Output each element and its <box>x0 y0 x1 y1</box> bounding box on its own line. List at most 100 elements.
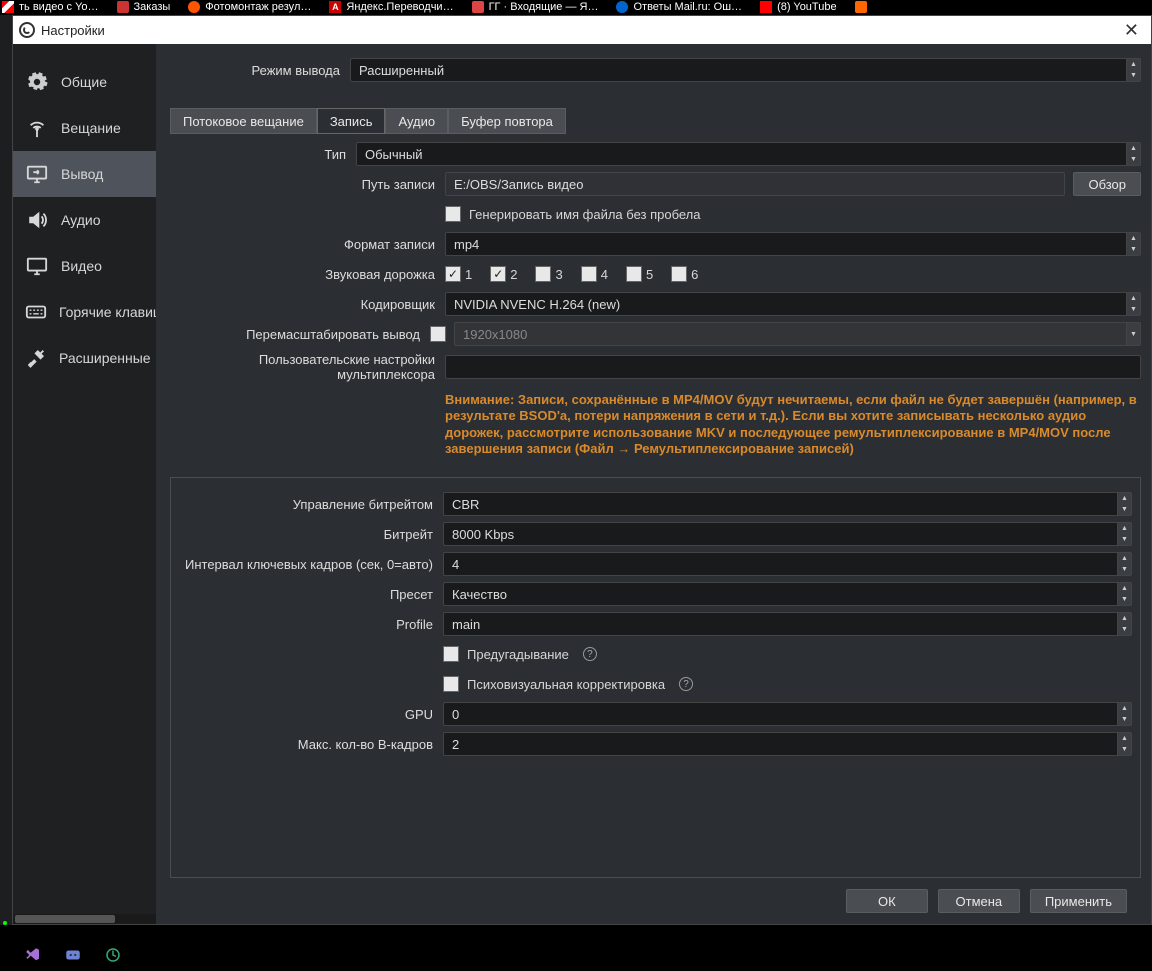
chevron-updown-icon: ▲▼ <box>1126 233 1140 255</box>
monitor-arrow-icon <box>23 162 51 186</box>
bframes-label: Макс. кол-во B-кадров <box>179 737 443 752</box>
browse-button[interactable]: Обзор <box>1073 172 1141 196</box>
output-mode-select[interactable]: Расширенный ▲▼ <box>350 58 1141 82</box>
cancel-button[interactable]: Отмена <box>938 889 1020 913</box>
sidebar-item-label: Видео <box>61 258 102 274</box>
spin-arrows-icon[interactable]: ▲▼ <box>1117 553 1131 575</box>
monitor-icon <box>23 254 51 278</box>
sidebar-item-label: Аудио <box>61 212 101 228</box>
tools-icon <box>23 346 49 370</box>
chevron-updown-icon: ▲▼ <box>1126 59 1140 81</box>
tab-streaming[interactable]: Потоковое вещание <box>170 108 317 134</box>
obs-logo-icon <box>19 22 35 38</box>
sidebar-item-audio[interactable]: Аудио <box>13 197 156 243</box>
spin-arrows-icon[interactable]: ▲▼ <box>1117 733 1131 755</box>
tab-recording[interactable]: Запись <box>317 108 386 134</box>
psycho-visual-checkbox[interactable] <box>443 676 459 692</box>
discord-icon[interactable] <box>64 946 82 964</box>
browser-tab[interactable]: ГГ · Входящие — Я… <box>472 0 599 14</box>
encoder-select[interactable]: NVIDIA NVENC H.264 (new) ▲▼ <box>445 292 1141 316</box>
chevron-updown-icon: ▲▼ <box>1117 583 1131 605</box>
sidebar-item-label: Вещание <box>61 120 121 136</box>
background-sliver <box>0 15 12 925</box>
track-4-checkbox[interactable] <box>581 266 597 282</box>
visual-studio-icon[interactable] <box>24 946 42 964</box>
browser-tab[interactable]: (8) YouTube <box>760 0 837 14</box>
browser-tab[interactable] <box>855 0 872 14</box>
input-value: 8000 Kbps <box>452 527 514 542</box>
profile-select[interactable]: main ▲▼ <box>443 612 1132 636</box>
sidebar-item-general[interactable]: Общие <box>13 59 156 105</box>
settings-main-panel: Режим вывода Расширенный ▲▼ Потоковое ве… <box>156 44 1151 924</box>
mail-icon <box>472 1 484 13</box>
window-titlebar: Настройки ✕ <box>13 16 1151 44</box>
lookahead-checkbox[interactable] <box>443 646 459 662</box>
browser-tab[interactable]: ть видео с Yo… <box>2 0 99 14</box>
gpu-spinbox[interactable]: 0 ▲▼ <box>443 702 1132 726</box>
rec-path-input[interactable]: E:/OBS/Запись видео <box>445 172 1065 196</box>
tab-audio[interactable]: Аудио <box>385 108 448 134</box>
tab-replay-buffer[interactable]: Буфер повтора <box>448 108 566 134</box>
audio-tracks-group: ✓1 ✓2 3 4 5 6 <box>445 266 1141 282</box>
mp4-warning-text: Внимание: Записи, сохранённые в MP4/MOV … <box>445 388 1141 467</box>
spin-arrows-icon[interactable]: ▲▼ <box>1117 703 1131 725</box>
track-2-checkbox[interactable]: ✓ <box>490 266 506 282</box>
sidebar-item-output[interactable]: Вывод <box>13 151 156 197</box>
preset-select[interactable]: Качество ▲▼ <box>443 582 1132 606</box>
sidebar-item-advanced[interactable]: Расширенные <box>13 335 156 381</box>
help-icon[interactable]: ? <box>583 647 597 661</box>
settings-window: Настройки ✕ Общие Вещание Вывод <box>12 15 1152 925</box>
encoder-label: Кодировщик <box>170 297 445 312</box>
select-value: Качество <box>452 587 507 602</box>
gen-filename-nospace-checkbox[interactable] <box>445 206 461 222</box>
rec-format-select[interactable]: mp4 ▲▼ <box>445 232 1141 256</box>
track-1-checkbox[interactable]: ✓ <box>445 266 461 282</box>
input-value: 4 <box>452 557 459 572</box>
keyint-spinbox[interactable]: 4 ▲▼ <box>443 552 1132 576</box>
app-icon[interactable] <box>104 946 122 964</box>
input-value: E:/OBS/Запись видео <box>454 177 583 192</box>
ok-button[interactable]: ОК <box>846 889 928 913</box>
browser-tab[interactable]: Заказы <box>117 0 171 14</box>
track-6-checkbox[interactable] <box>671 266 687 282</box>
rescale-checkbox[interactable] <box>430 326 446 342</box>
rec-format-label: Формат записи <box>170 237 445 252</box>
encoder-settings-group: Управление битрейтом CBR ▲▼ Битрейт 8000… <box>170 477 1141 878</box>
input-value: 2 <box>452 737 459 752</box>
bitrate-spinbox[interactable]: 8000 Kbps ▲▼ <box>443 522 1132 546</box>
mux-settings-label: Пользовательские настройки мультиплексор… <box>170 352 445 382</box>
rate-control-label: Управление битрейтом <box>179 497 443 512</box>
psycho-visual-label: Психовизуальная корректировка <box>467 677 665 692</box>
bframes-spinbox[interactable]: 2 ▲▼ <box>443 732 1132 756</box>
gen-filename-nospace-label: Генерировать имя файла без пробела <box>469 207 701 222</box>
lookahead-label: Предугадывание <box>467 647 569 662</box>
sidebar-scrollbar[interactable] <box>13 914 156 924</box>
sidebar-item-stream[interactable]: Вещание <box>13 105 156 151</box>
bitrate-label: Битрейт <box>179 527 443 542</box>
speaker-icon <box>23 208 51 232</box>
help-icon[interactable]: ? <box>679 677 693 691</box>
browser-tab-bar: ть видео с Yo… Заказы Фотомонтаж резул… … <box>0 0 1152 15</box>
spin-arrows-icon[interactable]: ▲▼ <box>1117 523 1131 545</box>
browser-tab[interactable]: АЯндекс.Переводчи… <box>329 0 453 14</box>
rate-control-select[interactable]: CBR ▲▼ <box>443 492 1132 516</box>
close-button[interactable]: ✕ <box>1118 20 1145 41</box>
apply-button[interactable]: Применить <box>1030 889 1127 913</box>
blogger-icon <box>855 1 867 13</box>
browser-tab[interactable]: Фотомонтаж резул… <box>188 0 311 14</box>
browser-tab[interactable]: Ответы Mail.ru: Ош… <box>616 0 742 14</box>
sidebar-item-video[interactable]: Видео <box>13 243 156 289</box>
rec-type-select[interactable]: Обычный ▲▼ <box>356 142 1141 166</box>
settings-sidebar: Общие Вещание Вывод Аудио Видео <box>13 44 156 924</box>
select-value: Расширенный <box>359 63 444 78</box>
gear-icon <box>23 70 51 94</box>
mux-settings-input[interactable] <box>445 355 1141 379</box>
track-3-checkbox[interactable] <box>535 266 551 282</box>
select-value: CBR <box>452 497 479 512</box>
track-5-checkbox[interactable] <box>626 266 642 282</box>
chevron-updown-icon: ▲▼ <box>1117 613 1131 635</box>
sidebar-item-hotkeys[interactable]: Горячие клавиши <box>13 289 156 335</box>
site-icon <box>188 1 200 13</box>
select-value: Обычный <box>365 147 422 162</box>
select-value: NVIDIA NVENC H.264 (new) <box>454 297 620 312</box>
